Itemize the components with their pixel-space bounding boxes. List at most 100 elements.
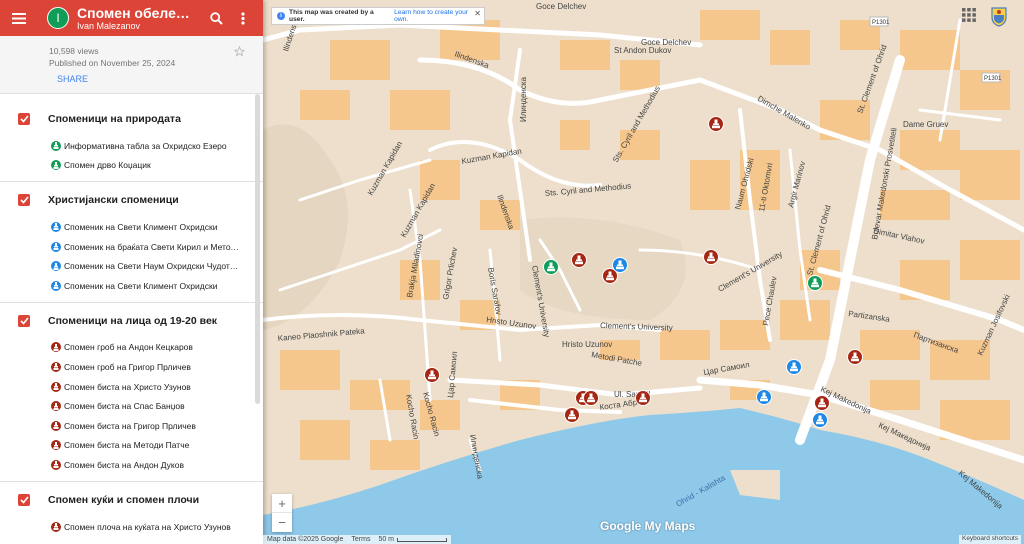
list-item-label: Споменик на браќата Свети Кирил и Методи…: [64, 241, 239, 252]
layer-checkbox[interactable]: [18, 113, 30, 125]
map-marker-red[interactable]: [571, 252, 587, 268]
map-title: Спомен обележја во Охрид: [77, 4, 197, 21]
list-item-label: Спомен дрво Коџацик: [64, 160, 151, 171]
list-item-label: Спомен биста на Григор Прличев: [64, 420, 196, 431]
list-item[interactable]: Спомен биста на Григор Прличев: [0, 416, 263, 436]
monument-pin-icon: [51, 342, 61, 353]
map-marker-red[interactable]: [564, 407, 580, 423]
map-marker-green[interactable]: [543, 259, 559, 275]
layer-header: Споменици на лица од 19-20 век: [0, 311, 263, 331]
learn-more-link[interactable]: Learn how to create your own.: [394, 9, 484, 23]
map-marker-blue[interactable]: [812, 412, 828, 428]
list-item[interactable]: Спомен гроб на Андон Кецкаров: [0, 338, 263, 358]
map-marker-red[interactable]: [708, 116, 724, 132]
apps-grid-icon[interactable]: [962, 8, 976, 22]
share-button[interactable]: SHARE: [57, 74, 88, 84]
monument-pin-icon: [51, 280, 61, 291]
layer-header: Спомен куќи и спомен плочи: [0, 490, 263, 510]
list-item[interactable]: Спомен плоча на куќата на Христо Узунов: [0, 517, 263, 537]
list-item-label: Спомен гроб на Андон Кецкаров: [64, 342, 193, 353]
layer-title[interactable]: Споменици на природата: [48, 113, 181, 125]
list-item[interactable]: Спомен биста на Методи Патче: [0, 436, 263, 456]
panel-scrollbar[interactable]: [255, 94, 260, 404]
street-label: Goce Delchev: [536, 2, 586, 11]
layer-title[interactable]: Христијански споменици: [48, 194, 179, 206]
google-wordmark: Google: [600, 519, 642, 533]
scale-bar: [397, 537, 448, 542]
layer-checkbox[interactable]: [18, 194, 30, 207]
layer-header: Споменици на природата: [0, 109, 263, 129]
info-banner: i This map was created by a user. Learn …: [271, 7, 485, 25]
scale-control[interactable]: 50 m: [378, 536, 448, 543]
map-marker-blue[interactable]: [612, 257, 628, 273]
route-shield: P1301: [984, 76, 1002, 82]
list-item-label: Споменик на Свети Климент Охридски: [64, 221, 218, 232]
legend-panel: I Спомен обележја во Охрид Ivan Malezano…: [0, 0, 263, 544]
map-marker-red[interactable]: [847, 349, 863, 365]
list-item-label: Спомен биста на Христо Узунов: [64, 381, 191, 392]
street-label: Hristo Uzunov: [562, 340, 612, 349]
keyboard-shortcuts-link[interactable]: Keyboard shortcuts: [958, 535, 1021, 544]
list-item[interactable]: Спомен дрво Коџацик: [0, 156, 263, 176]
close-icon[interactable]: ✕: [474, 9, 481, 18]
monument-pin-icon: [51, 261, 61, 272]
monument-pin-icon: [51, 241, 61, 252]
avatar[interactable]: I: [47, 7, 69, 29]
list-item[interactable]: Информативна табла за Охридско Езеро: [0, 136, 263, 156]
map-marker-red[interactable]: [583, 390, 599, 406]
street-label: Илинденска: [519, 76, 528, 122]
street-label: Dame Gruev: [903, 120, 948, 129]
map-marker-green[interactable]: [807, 275, 823, 291]
street-label: St Andon Dukov: [614, 46, 671, 55]
info-icon: i: [277, 12, 285, 20]
monument-pin-icon: [51, 160, 61, 171]
map-marker-blue[interactable]: [786, 359, 802, 375]
map-attribution: Map data ©2025 Google Terms 50 m: [263, 535, 452, 544]
map-marker-red[interactable]: [814, 395, 830, 411]
zoom-in-button[interactable]: +: [272, 494, 292, 513]
route-shield: P1301: [872, 20, 890, 26]
list-item[interactable]: Споменик на Свети Климент Охридски: [0, 217, 263, 237]
layer-items: Спомен плоча на куќата на Христо Узунов: [0, 517, 263, 537]
panel-header: I Спомен обележја во Охрид Ivan Malezano…: [0, 0, 263, 36]
list-item[interactable]: Спомен гроб на Григор Прличев: [0, 357, 263, 377]
search-icon[interactable]: [204, 6, 228, 30]
map-marker-red[interactable]: [703, 249, 719, 265]
map-marker-red[interactable]: [635, 390, 651, 406]
layer-list: Споменици на природата Информативна табла…: [0, 94, 263, 542]
account-crest-icon[interactable]: [990, 5, 1008, 27]
monument-pin-icon: [51, 440, 61, 451]
layer-section: Христијански споменици Споменик на Свети …: [0, 182, 263, 303]
google-my-maps-logo: Google My Maps: [600, 519, 695, 533]
layer-title[interactable]: Спомен куќи и спомен плочи: [48, 494, 199, 506]
app-root: Goce Delchev Goce Delchev St Andon Dukov…: [0, 0, 1024, 544]
title-block: Спомен обележја во Охрид Ivan Malezanov: [77, 5, 197, 32]
hamburger-menu-icon[interactable]: [0, 0, 38, 36]
list-item[interactable]: Споменик на браќата Свети Кирил и Методи…: [0, 237, 263, 257]
star-icon[interactable]: [233, 44, 246, 62]
monument-pin-icon: [51, 459, 61, 470]
map-data-credit: Map data ©2025 Google: [267, 536, 344, 543]
map-author[interactable]: Ivan Malezanov: [77, 21, 197, 32]
list-item[interactable]: Спомен биста на Христо Узунов: [0, 377, 263, 397]
list-item-label: Информативна табла за Охридско Езеро: [64, 140, 227, 151]
list-item[interactable]: Спомен биста на Андон Дуков: [0, 455, 263, 475]
list-item[interactable]: Спомен биста на Спас Банџов: [0, 396, 263, 416]
list-item[interactable]: Споменик на Свети Климент Охридски: [0, 276, 263, 296]
scale-label: 50 m: [378, 536, 395, 543]
map-marker-blue[interactable]: [756, 389, 772, 405]
list-item[interactable]: Споменик на Свети Наум Охридски Чудотвор…: [0, 256, 263, 276]
monument-pin-icon: [51, 401, 61, 412]
map-marker-red[interactable]: [424, 367, 440, 383]
terms-link[interactable]: Terms: [351, 536, 370, 543]
map-meta: 10,598 views Published on November 25, 2…: [0, 36, 263, 94]
view-count: 10,598 views: [49, 46, 99, 56]
list-item-label: Споменик на Свети Климент Охридски: [64, 280, 218, 291]
layer-checkbox[interactable]: [18, 314, 30, 327]
monument-pin-icon: [51, 521, 61, 532]
layer-title[interactable]: Споменици на лица од 19-20 век: [48, 315, 217, 327]
more-vert-icon[interactable]: [231, 6, 255, 30]
layer-items: Спомен гроб на Андон Кецкаров Спомен гроб…: [0, 338, 263, 475]
zoom-out-button[interactable]: −: [272, 513, 292, 532]
layer-checkbox[interactable]: [18, 493, 30, 506]
